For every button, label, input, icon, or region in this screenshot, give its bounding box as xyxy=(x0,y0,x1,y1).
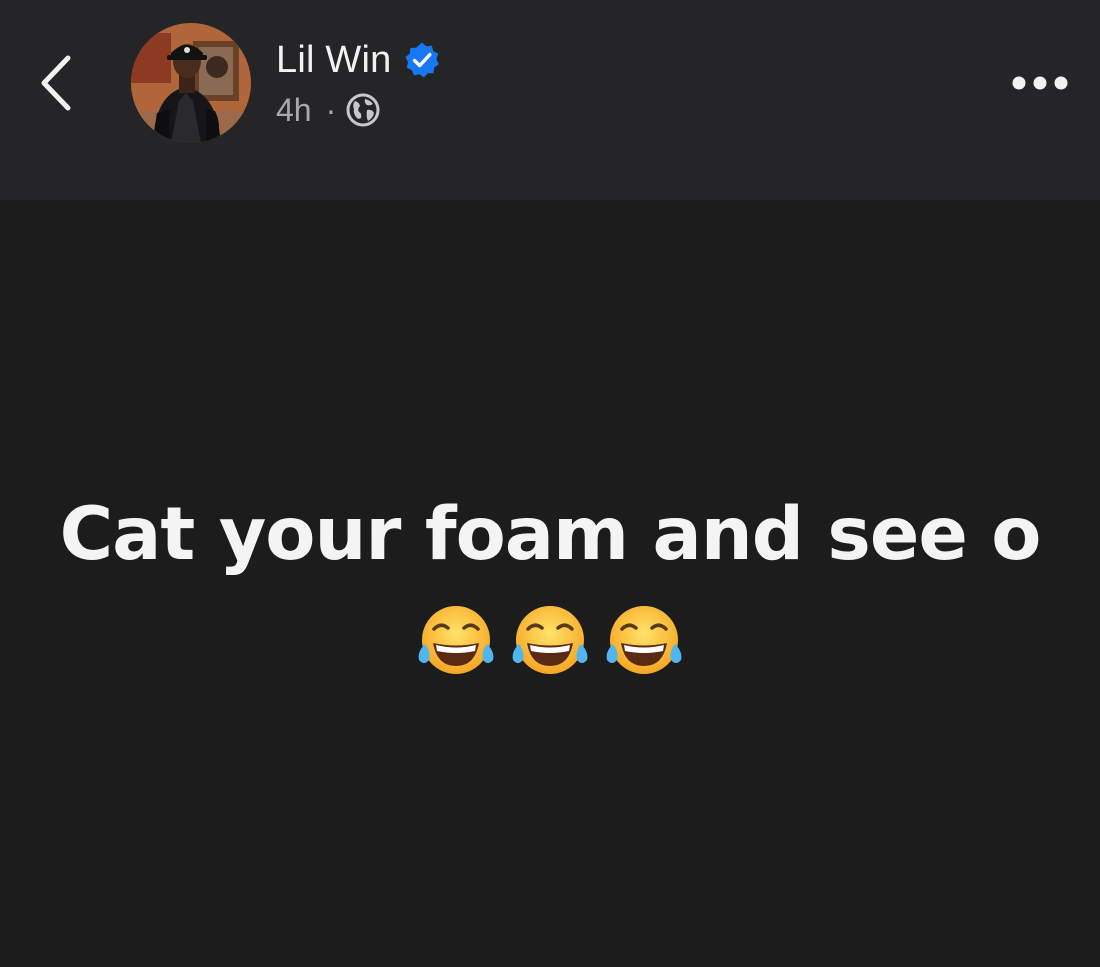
meta-separator: · xyxy=(325,92,337,128)
face-with-tears-of-joy-icon xyxy=(512,606,588,674)
author-name-row: Lil Win xyxy=(276,38,441,82)
chevron-left-icon xyxy=(41,55,71,111)
post-timestamp[interactable]: 4h xyxy=(276,88,312,132)
post-body: Cat your foam and see o xyxy=(0,200,1100,967)
post-page: Lil Win 4h · Cat your foam and see o xyxy=(0,0,1100,967)
more-options-button[interactable] xyxy=(1006,60,1076,106)
post-header: Lil Win 4h · xyxy=(0,0,1100,200)
post-meta-row: 4h · xyxy=(276,88,380,132)
post-text: Cat your foam and see o xyxy=(59,492,1042,577)
author-name[interactable]: Lil Win xyxy=(276,38,391,82)
back-button[interactable] xyxy=(30,50,86,116)
globe-icon[interactable] xyxy=(346,93,380,127)
more-horizontal-icon xyxy=(1012,76,1068,90)
face-with-tears-of-joy-icon xyxy=(606,606,682,674)
face-with-tears-of-joy-icon xyxy=(418,606,494,674)
emoji-row xyxy=(0,600,1100,682)
avatar[interactable] xyxy=(131,23,251,143)
verified-badge-icon xyxy=(405,42,440,78)
